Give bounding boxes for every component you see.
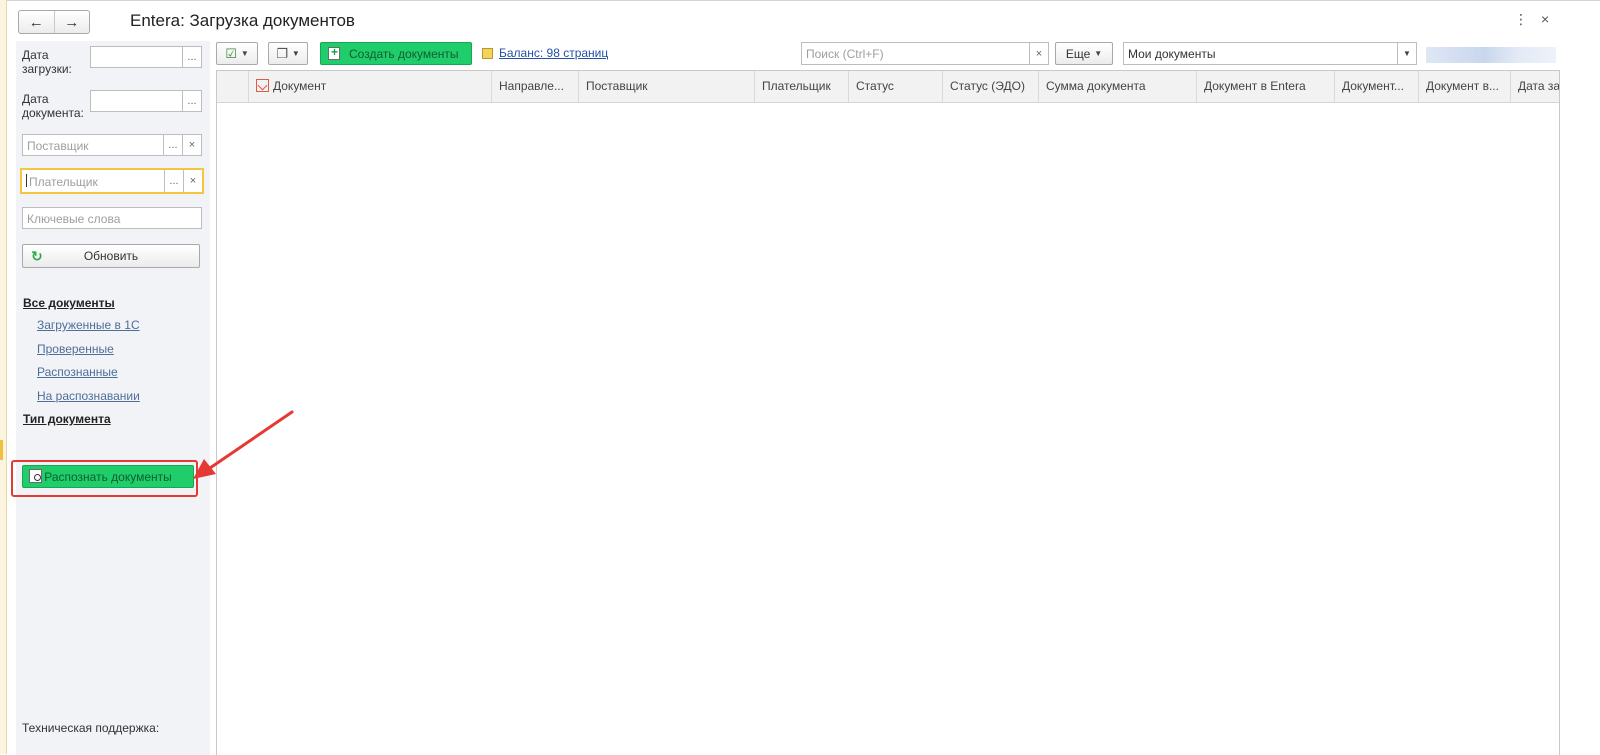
close-icon[interactable]: × <box>1541 11 1549 27</box>
more-actions-icon[interactable]: ⋮ <box>1514 11 1528 28</box>
chevron-down-icon: ▼ <box>291 49 300 58</box>
balance-text: Баланс: 98 страниц <box>499 46 609 60</box>
recognize-label: Распознать документы <box>44 469 172 484</box>
doc-date-field[interactable]: ... <box>90 90 202 112</box>
back-arrow-icon[interactable]: ← <box>19 11 54 33</box>
search-clear-icon[interactable]: × <box>1029 43 1048 64</box>
refresh-label: Обновить <box>83 249 139 263</box>
column-document[interactable]: Документ <box>249 71 492 102</box>
column-status[interactable]: Статус <box>849 71 943 102</box>
more-button[interactable]: Еще ▼ <box>1055 42 1113 65</box>
keywords-placeholder: Ключевые слова <box>27 212 121 226</box>
column-entera-document[interactable]: Документ в Entera <box>1197 71 1335 102</box>
column-direction[interactable]: Направле... <box>492 71 579 102</box>
refresh-icon: ↻ <box>31 248 43 264</box>
column-amount[interactable]: Сумма документа <box>1039 71 1197 102</box>
column-date[interactable]: Дата за <box>1511 71 1559 102</box>
chevron-down-icon: ▼ <box>240 49 249 58</box>
support-label: Техническая поддержка: <box>22 721 160 735</box>
payer-placeholder: Плательщик <box>29 175 98 189</box>
more-label: Еще <box>1065 46 1091 61</box>
supplier-field[interactable]: Поставщик ... × <box>22 134 202 156</box>
copy-dropdown-button[interactable]: ❐ ▼ <box>268 42 308 65</box>
balance-icon <box>482 47 493 59</box>
supplier-clear-icon[interactable]: × <box>182 135 201 155</box>
doc-date-picker-button[interactable]: ... <box>182 91 201 111</box>
chevron-down-icon[interactable]: ▼ <box>1397 43 1416 64</box>
chevron-down-icon: ▼ <box>1094 49 1103 58</box>
history-nav: ← → <box>18 10 90 34</box>
keywords-field[interactable]: Ключевые слова <box>22 207 202 229</box>
my-documents-value: Мои документы <box>1128 47 1216 61</box>
document-upload-window: ← → Entera: Загрузка документов ⋮ × Дата… <box>6 0 1600 755</box>
group-recognizing-link[interactable]: На распознавании <box>37 389 140 403</box>
group-checked-link[interactable]: Проверенные <box>37 342 114 356</box>
filter-panel: Дата загрузки: ... Дата документа: ... П… <box>11 41 210 755</box>
page-title: Entera: Загрузка документов <box>130 11 355 30</box>
create-document-icon <box>328 45 340 60</box>
supplier-placeholder: Поставщик <box>27 139 89 153</box>
doc-date-label: Дата документа: <box>22 92 84 120</box>
copy-icon: ❐ <box>276 45 288 61</box>
create-label: Создать документы <box>349 46 459 61</box>
upload-date-label: Дата загрузки: <box>22 48 72 76</box>
upload-date-picker-button[interactable]: ... <box>182 47 201 67</box>
recognize-document-icon <box>29 469 42 483</box>
search-input[interactable]: Поиск (Ctrl+F) × <box>801 42 1049 65</box>
payer-picker-button[interactable]: ... <box>164 170 183 192</box>
text-caret <box>26 174 27 187</box>
search-placeholder: Поиск (Ctrl+F) <box>806 47 884 61</box>
column-document-3[interactable]: Документ в... <box>1419 71 1511 102</box>
forward-arrow-icon[interactable]: → <box>53 11 90 33</box>
group-recognized-link[interactable]: Распознанные <box>37 365 118 379</box>
pdf-icon <box>256 79 269 92</box>
payer-clear-icon[interactable]: × <box>183 170 202 192</box>
upload-date-field[interactable]: ... <box>90 46 202 68</box>
create-documents-button[interactable]: Создать документы <box>320 42 472 65</box>
payer-field[interactable]: Плательщик ... × <box>20 168 204 194</box>
documents-table[interactable]: Документ Направле... Поставщик Плательщи… <box>216 70 1560 755</box>
table-header: Документ Направле... Поставщик Плательщи… <box>217 71 1559 103</box>
column-edo-status[interactable]: Статус (ЭДО) <box>943 71 1039 102</box>
balance-link[interactable]: Баланс: 98 страниц <box>482 46 608 60</box>
column-supplier[interactable]: Поставщик <box>579 71 755 102</box>
left-edge-marker <box>0 440 3 460</box>
mark-dropdown-button[interactable]: ☑ ▼ <box>216 42 258 65</box>
all-documents-link[interactable]: Все документы <box>23 296 115 310</box>
doc-type-link[interactable]: Тип документа <box>23 412 111 426</box>
select-column[interactable] <box>217 71 249 102</box>
column-document-label: Документ <box>273 79 327 93</box>
refresh-button[interactable]: ↻ Обновить <box>22 244 200 268</box>
recognize-documents-button[interactable]: Распознать документы <box>22 465 194 488</box>
column-document-2[interactable]: Документ... <box>1335 71 1419 102</box>
column-payer[interactable]: Плательщик <box>755 71 849 102</box>
checklist-icon: ☑ <box>225 45 237 61</box>
my-documents-select[interactable]: Мои документы ▼ <box>1123 42 1417 65</box>
group-loaded-link[interactable]: Загруженные в 1С <box>37 318 140 332</box>
supplier-picker-button[interactable]: ... <box>163 135 182 155</box>
blurred-user-area <box>1426 47 1556 63</box>
